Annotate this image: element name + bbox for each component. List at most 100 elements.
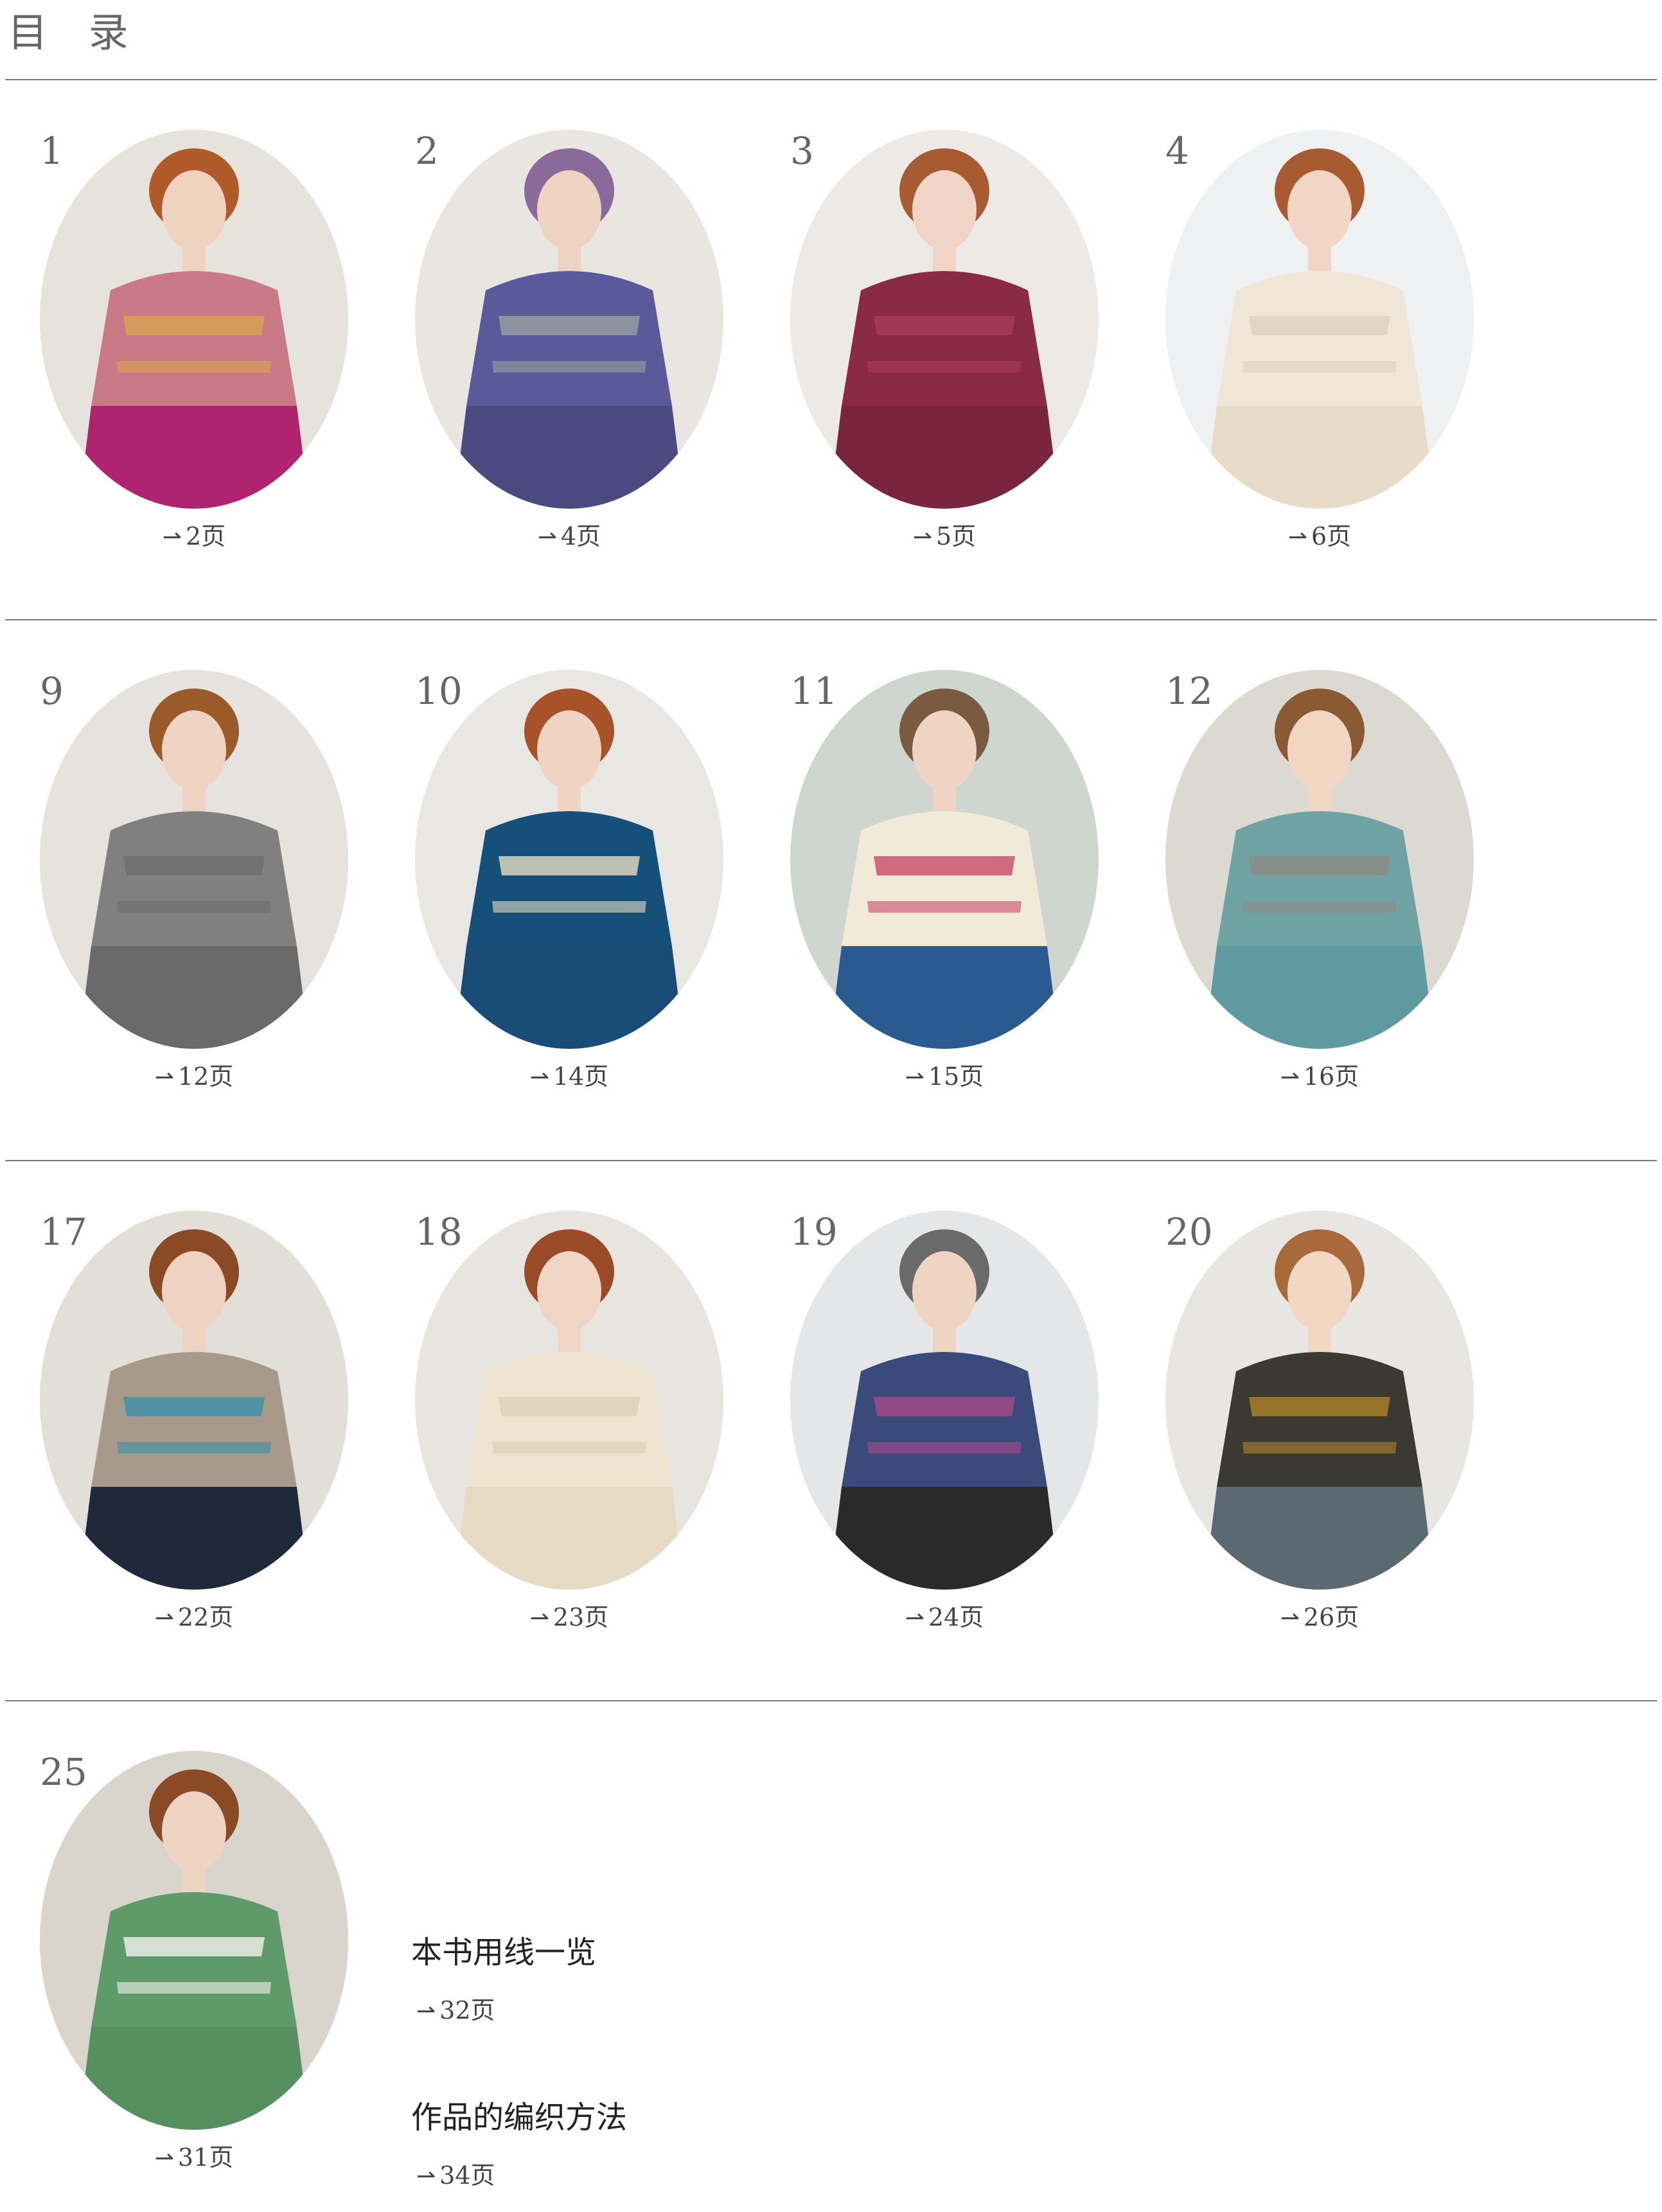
contents-item[interactable]: 11 ⇀ 15页 bbox=[758, 669, 1131, 1131]
arrow-icon: ⇀ bbox=[154, 1605, 174, 1631]
photo-illustration bbox=[40, 130, 348, 509]
contents-item[interactable]: 20 ⇀ 26页 bbox=[1133, 1209, 1506, 1672]
page-ref-label: 16页 bbox=[1303, 1062, 1359, 1091]
item-photo[interactable] bbox=[415, 130, 723, 509]
arrow-icon: ⇀ bbox=[1280, 1064, 1300, 1091]
item-photo[interactable] bbox=[1165, 130, 1474, 509]
photo-illustration bbox=[40, 1211, 348, 1590]
photo-illustration bbox=[415, 130, 723, 509]
item-photo[interactable] bbox=[1165, 670, 1474, 1049]
photo-illustration bbox=[1165, 670, 1474, 1049]
item-number: 20 bbox=[1165, 1210, 1213, 1254]
yarn-list-title[interactable]: 本书用线一览 bbox=[411, 1933, 596, 1972]
photo-illustration bbox=[1165, 130, 1474, 509]
item-photo[interactable] bbox=[40, 130, 348, 509]
contents-item[interactable]: 2 ⇀ 4页 bbox=[383, 128, 756, 591]
page-ref-label: 23页 bbox=[553, 1603, 609, 1631]
knitting-methods-title[interactable]: 作品的编织方法 bbox=[411, 2098, 627, 2137]
row-divider bbox=[5, 619, 1657, 620]
page-ref[interactable]: ⇀ 24页 bbox=[758, 1601, 1131, 1635]
item-photo[interactable] bbox=[1165, 1211, 1474, 1590]
page-ref[interactable]: ⇀ 23页 bbox=[383, 1601, 756, 1635]
page-ref[interactable]: ⇀ 4页 bbox=[383, 520, 756, 554]
item-number: 17 bbox=[40, 1210, 87, 1254]
contents-item[interactable]: 18 ⇀ 23页 bbox=[383, 1209, 756, 1672]
arrow-icon: ⇀ bbox=[1287, 524, 1307, 550]
yarn-list-page-ref[interactable]: ⇀ 32页 bbox=[416, 1994, 495, 2028]
page-ref-label: 34页 bbox=[439, 2161, 495, 2190]
page-title: 目 录 bbox=[8, 9, 143, 56]
arrow-icon: ⇀ bbox=[537, 524, 557, 550]
contents-item[interactable]: 25 ⇀ 31页 bbox=[8, 1750, 380, 2212]
item-photo[interactable] bbox=[415, 1211, 723, 1590]
page-ref[interactable]: ⇀ 14页 bbox=[383, 1060, 756, 1094]
item-photo[interactable] bbox=[415, 670, 723, 1049]
arrow-icon: ⇀ bbox=[905, 1064, 924, 1091]
photo-illustration bbox=[1165, 1211, 1474, 1590]
contents-item[interactable]: 4 ⇀ 6页 bbox=[1133, 128, 1506, 591]
page-ref-label: 12页 bbox=[177, 1062, 234, 1091]
item-number: 9 bbox=[40, 669, 64, 713]
arrow-icon: ⇀ bbox=[416, 2163, 436, 2190]
contents-item[interactable]: 10 ⇀ 14页 bbox=[383, 669, 756, 1131]
contents-item[interactable]: 17 ⇀ 22页 bbox=[8, 1209, 380, 1672]
page-ref-label: 24页 bbox=[928, 1603, 984, 1631]
item-photo[interactable] bbox=[790, 130, 1099, 509]
page-ref[interactable]: ⇀ 12页 bbox=[8, 1060, 380, 1094]
arrow-icon: ⇀ bbox=[529, 1605, 549, 1631]
row-divider bbox=[5, 1160, 1657, 1161]
knitting-methods-page-ref[interactable]: ⇀ 34页 bbox=[416, 2159, 495, 2193]
header-divider bbox=[5, 79, 1657, 80]
contents-item[interactable]: 9 ⇀ 12页 bbox=[8, 669, 380, 1131]
page-ref-label: 31页 bbox=[177, 2143, 234, 2172]
contents-item[interactable]: 3 ⇀ 5页 bbox=[758, 128, 1131, 591]
arrow-icon: ⇀ bbox=[905, 1605, 924, 1631]
page-ref[interactable]: ⇀ 15页 bbox=[758, 1060, 1131, 1094]
contents-item[interactable]: 19 ⇀ 24页 bbox=[758, 1209, 1131, 1672]
page-ref[interactable]: ⇀ 26页 bbox=[1133, 1601, 1506, 1635]
page-ref-label: 22页 bbox=[177, 1603, 234, 1631]
page-ref[interactable]: ⇀ 22页 bbox=[8, 1601, 380, 1635]
page-ref[interactable]: ⇀ 5页 bbox=[758, 520, 1131, 554]
item-number: 12 bbox=[1165, 669, 1213, 713]
item-photo[interactable] bbox=[790, 1211, 1099, 1590]
item-number: 4 bbox=[1165, 129, 1189, 173]
page-ref-label: 6页 bbox=[1311, 522, 1352, 550]
item-photo[interactable] bbox=[40, 1751, 348, 2130]
page-ref[interactable]: ⇀ 6页 bbox=[1133, 520, 1506, 554]
contents-item[interactable]: 1 ⇀ 2页 bbox=[8, 128, 380, 591]
item-photo[interactable] bbox=[40, 670, 348, 1049]
item-number: 11 bbox=[790, 669, 838, 713]
item-number: 10 bbox=[415, 669, 463, 713]
photo-illustration bbox=[790, 1211, 1099, 1590]
photo-illustration bbox=[790, 130, 1099, 509]
photo-illustration bbox=[415, 670, 723, 1049]
page-ref-label: 4页 bbox=[560, 522, 601, 550]
item-number: 25 bbox=[40, 1750, 87, 1794]
page-ref-label: 15页 bbox=[928, 1062, 984, 1091]
arrow-icon: ⇀ bbox=[1280, 1605, 1300, 1631]
photo-illustration bbox=[40, 1751, 348, 2130]
page-ref-label: 5页 bbox=[935, 522, 977, 550]
arrow-icon: ⇀ bbox=[154, 2145, 174, 2172]
arrow-icon: ⇀ bbox=[154, 1064, 174, 1091]
page-ref-label: 2页 bbox=[185, 522, 226, 550]
contents-item[interactable]: 12 ⇀ 16页 bbox=[1133, 669, 1506, 1131]
arrow-icon: ⇀ bbox=[912, 524, 932, 550]
arrow-icon: ⇀ bbox=[529, 1064, 549, 1091]
photo-illustration bbox=[415, 1211, 723, 1590]
page-ref[interactable]: ⇀ 31页 bbox=[8, 2141, 380, 2175]
page-ref-label: 32页 bbox=[439, 1996, 495, 2024]
arrow-icon: ⇀ bbox=[416, 1998, 436, 2024]
item-number: 19 bbox=[790, 1210, 838, 1254]
item-photo[interactable] bbox=[40, 1211, 348, 1590]
item-number: 3 bbox=[790, 129, 814, 173]
page-ref[interactable]: ⇀ 2页 bbox=[8, 520, 380, 554]
item-number: 1 bbox=[40, 129, 64, 173]
page-ref-label: 14页 bbox=[553, 1062, 609, 1091]
item-number: 18 bbox=[415, 1210, 463, 1254]
row-divider bbox=[5, 1700, 1657, 1701]
item-photo[interactable] bbox=[790, 670, 1099, 1049]
page-ref-label: 26页 bbox=[1303, 1603, 1359, 1631]
page-ref[interactable]: ⇀ 16页 bbox=[1133, 1060, 1506, 1094]
